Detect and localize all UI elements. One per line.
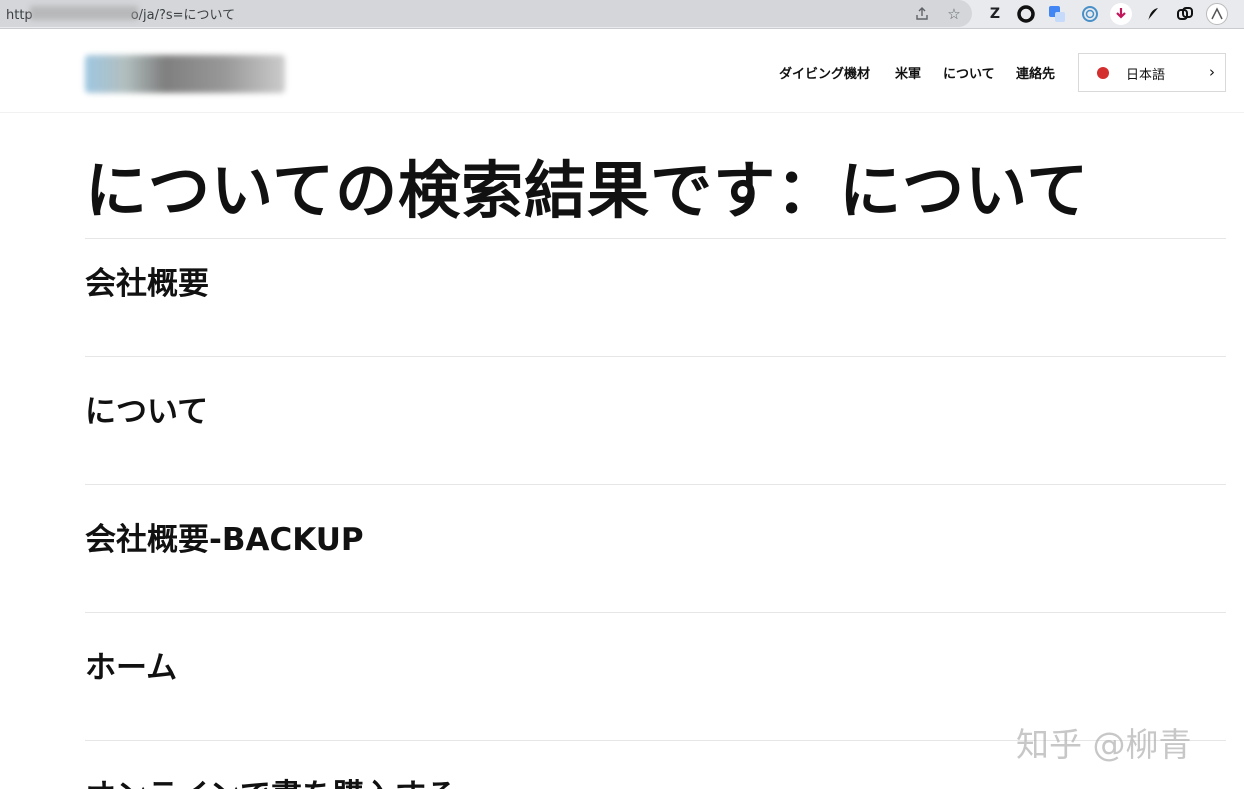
site-header: ダイビング機材 米軍 について 連絡先 日本語 › — [0, 29, 1244, 113]
language-label: 日本語 — [1126, 68, 1166, 83]
extension-link-icon[interactable] — [1174, 3, 1196, 25]
url-suffix: o/ja/?s=について — [130, 8, 236, 23]
url-redaction — [30, 6, 138, 20]
nav-item-contact[interactable]: 連絡先 — [1016, 63, 1055, 82]
extension-feather-icon[interactable] — [1142, 3, 1164, 25]
bookmark-star-icon[interactable]: ☆ — [944, 4, 964, 24]
extension-download-icon[interactable] — [1110, 3, 1132, 25]
nav-item-us-military[interactable]: 米軍 — [895, 63, 921, 82]
extension-ring-icon[interactable] — [1079, 3, 1101, 25]
watermark: 知乎 @柳青 — [1016, 725, 1192, 764]
profile-avatar-icon[interactable] — [1206, 3, 1228, 25]
japan-flag-icon — [1097, 67, 1109, 79]
search-result-link[interactable]: について — [85, 386, 208, 431]
browser-toolbar: http o/ja/?s=について ☆ Z — [0, 0, 1244, 29]
address-bar[interactable]: http o/ja/?s=について ☆ — [0, 0, 972, 27]
extension-circle-icon[interactable] — [1015, 3, 1037, 25]
divider — [85, 484, 1226, 485]
site-logo[interactable] — [85, 55, 285, 93]
nav-item-diving-equipment[interactable]: ダイビング機材 — [779, 63, 870, 82]
divider — [85, 612, 1226, 613]
logo-redaction — [85, 55, 285, 93]
chevron-right-icon: › — [1209, 63, 1215, 81]
search-result-link[interactable]: 会社概要 — [85, 258, 209, 303]
search-result-link[interactable]: ホーム — [85, 642, 177, 687]
translate-extension-icon[interactable] — [1046, 3, 1068, 25]
divider — [85, 238, 1226, 239]
url-prefix: http — [6, 8, 33, 23]
extension-z-icon[interactable]: Z — [984, 3, 1006, 25]
share-icon[interactable] — [912, 4, 932, 24]
divider — [85, 356, 1226, 357]
search-result-link[interactable]: 会社概要-BACKUP — [85, 514, 364, 559]
page-title: についての検索結果です：について — [85, 154, 1090, 227]
language-switcher[interactable]: 日本語 › — [1078, 53, 1226, 92]
search-result-link[interactable]: オンラインで書を購入する — [85, 770, 457, 789]
nav-item-about[interactable]: について — [943, 63, 995, 82]
